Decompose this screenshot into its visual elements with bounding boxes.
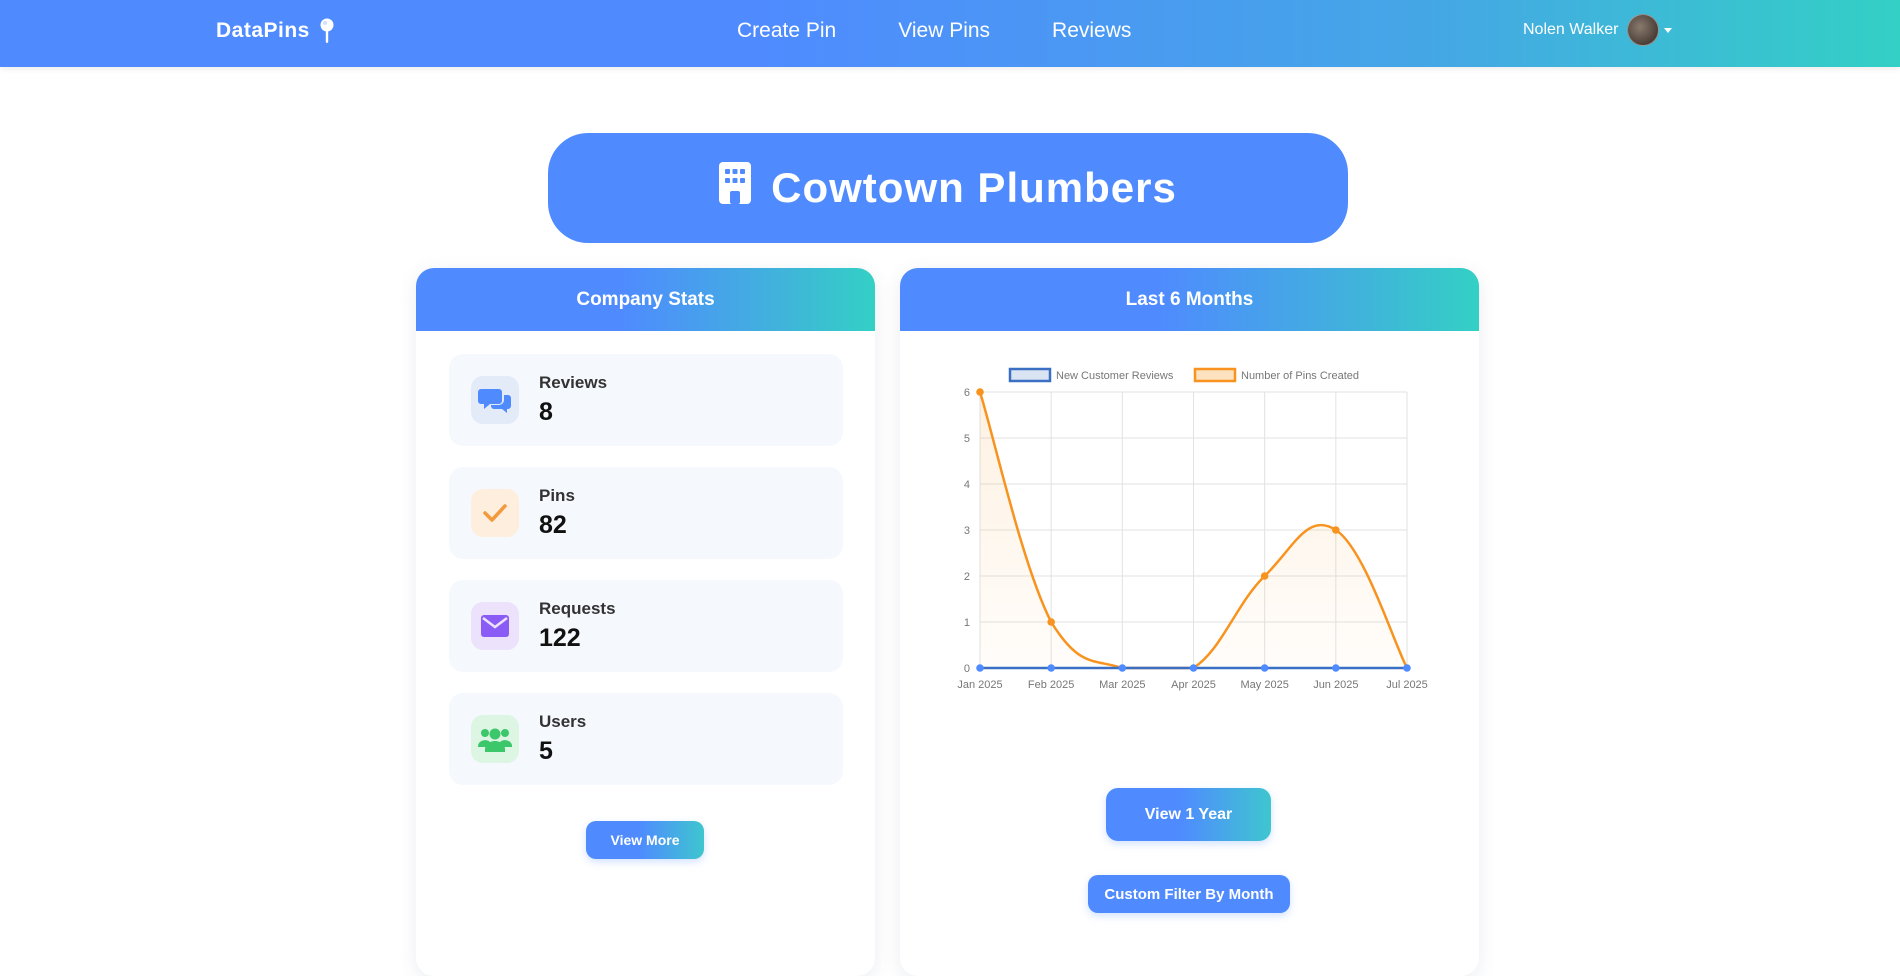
x-tick-label: Feb 2025 [1028, 679, 1074, 691]
pins-point [1332, 526, 1340, 534]
stat-value: 5 [539, 737, 553, 765]
y-tick-label: 6 [964, 387, 970, 399]
x-tick-label: Mar 2025 [1099, 679, 1145, 691]
users-icon [471, 715, 519, 763]
stat-reviews: Reviews 8 [449, 354, 843, 446]
stat-value: 8 [539, 398, 553, 426]
check-icon [471, 489, 519, 537]
navbar: DataPins Create Pin View Pins Reviews No… [0, 0, 1900, 67]
stat-label: Reviews [539, 373, 608, 392]
pins-point [976, 388, 984, 396]
stat-label: Users [539, 712, 587, 731]
stat-value: 122 [539, 624, 581, 652]
brand-name: DataPins [216, 19, 310, 42]
pins-point [1047, 618, 1055, 626]
company-name: Cowtown Plumbers [771, 164, 1177, 211]
stat-users: Users 5 [449, 693, 843, 785]
company-stats-card: Company Stats Reviews 8 Pins 82 Requests [416, 268, 875, 976]
line-chart: 0 1 2 3 4 5 6 Jan 2025 Feb 2025 Mar 2025 Apr 2025 M… [957, 367, 1428, 691]
y-tick-label: 5 [964, 433, 970, 445]
reviews-point [1118, 664, 1127, 672]
nav-create-pin[interactable]: Create Pin [737, 19, 836, 43]
pins-point [1260, 572, 1269, 580]
avatar [1627, 14, 1660, 46]
nav-reviews[interactable]: Reviews [1052, 19, 1131, 43]
view-1-year-button[interactable]: View 1 Year [1106, 788, 1271, 841]
x-tick-label: Jan 2025 [957, 679, 1002, 691]
stat-value: 82 [539, 511, 567, 539]
reviews-point [1332, 664, 1340, 672]
company-banner: Cowtown Plumbers [548, 133, 1348, 243]
envelope-icon [471, 602, 519, 650]
reviews-point [1260, 664, 1269, 672]
stat-requests: Requests 122 [449, 580, 843, 672]
stat-pins: Pins 82 [449, 467, 843, 559]
brand-logo[interactable]: DataPins [216, 18, 335, 44]
building-icon [719, 162, 752, 214]
view-more-button[interactable]: View More [586, 821, 704, 859]
comments-icon [471, 376, 519, 424]
pushpin-icon [319, 18, 335, 44]
last-6-months-card: Last 6 Months 0 1 2 3 4 5 6 Jan 2025 Feb 2025 Mar… [900, 268, 1479, 976]
custom-filter-button[interactable]: Custom Filter By Month [1088, 875, 1290, 913]
x-tick-label: May 2025 [1241, 679, 1289, 691]
chevron-down-icon [1664, 27, 1673, 33]
last-6-months-header: Last 6 Months [900, 268, 1479, 331]
company-stats-header: Company Stats [416, 268, 875, 331]
stat-label: Requests [539, 599, 616, 618]
y-tick-label: 3 [964, 525, 970, 537]
y-tick-label: 2 [964, 571, 970, 583]
y-tick-label: 0 [964, 663, 970, 675]
x-tick-label: Apr 2025 [1171, 679, 1216, 691]
x-tick-label: Jul 2025 [1386, 679, 1428, 691]
y-tick-label: 1 [964, 617, 970, 629]
nav-view-pins[interactable]: View Pins [898, 19, 990, 43]
reviews-point [976, 664, 984, 672]
reviews-point [1403, 664, 1411, 672]
reviews-point [1189, 664, 1198, 672]
user-menu[interactable]: Nolen Walker [1523, 14, 1673, 46]
legend-swatch-pins [1193, 367, 1237, 383]
user-name: Nolen Walker [1523, 21, 1619, 38]
stat-label: Pins [539, 486, 575, 505]
x-tick-label: Jun 2025 [1313, 679, 1358, 691]
main-nav: Create Pin View Pins Reviews [737, 19, 1131, 43]
reviews-point [1047, 664, 1055, 672]
legend-label-pins: Number of Pins Created [1241, 370, 1359, 382]
legend-label-reviews: New Customer Reviews [1056, 370, 1174, 382]
legend-swatch-reviews [1008, 367, 1052, 383]
y-tick-label: 4 [964, 479, 970, 491]
